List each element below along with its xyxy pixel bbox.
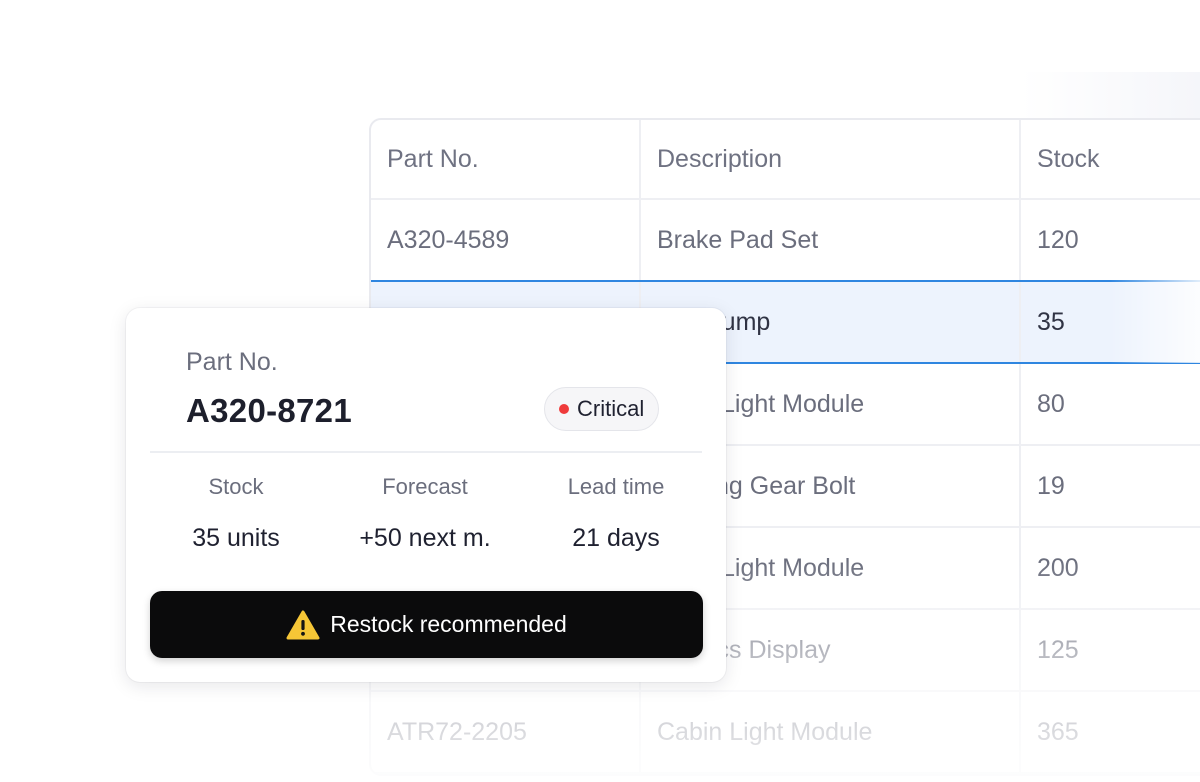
cell-stock: 35: [1037, 307, 1065, 336]
stat-stock-value: 35 units: [192, 524, 280, 552]
cell-stock: 19: [1037, 471, 1065, 500]
background-panel: [1020, 72, 1200, 118]
stat-forecast-value: +50 next m.: [359, 524, 491, 552]
warning-triangle-icon: [286, 610, 320, 639]
status-badge-label: Critical: [577, 396, 645, 421]
column-header-part-no[interactable]: Part No.: [371, 120, 641, 198]
stat-lead-time-value: 21 days: [572, 524, 660, 552]
stat-lead-time-label: Lead time: [567, 474, 665, 499]
cell-stock: 365: [1037, 717, 1079, 746]
part-no-label: Part No.: [186, 348, 278, 376]
cell-description: Brake Pad Set: [641, 200, 1021, 280]
table-row[interactable]: A320-4589 Brake Pad Set 120: [371, 200, 1200, 282]
column-header-description[interactable]: Description: [641, 120, 1021, 198]
cell-part-no: A320-4589: [371, 200, 641, 280]
cell-stock: 120: [1037, 225, 1079, 254]
stat-stock-label: Stock: [208, 474, 264, 499]
table-header-row: Part No. Description Stock: [371, 120, 1200, 200]
status-badge: Critical: [544, 387, 660, 431]
cell-part-no: ATR72-2205: [371, 692, 641, 772]
cell-stock: 125: [1037, 635, 1079, 664]
stat-lead-time: Lead time 21 days: [546, 474, 686, 553]
cell-stock: 80: [1037, 389, 1065, 418]
status-dot-icon: [559, 404, 569, 414]
stat-forecast-label: Forecast: [382, 474, 468, 499]
stat-forecast: Forecast +50 next m.: [330, 474, 520, 553]
restock-button[interactable]: Restock recommended: [150, 591, 703, 658]
part-number: A320-8721: [186, 392, 352, 429]
stat-stock: Stock 35 units: [176, 474, 296, 553]
cell-stock: 200: [1037, 553, 1079, 582]
table-row[interactable]: ATR72-2205 Cabin Light Module 365: [371, 692, 1200, 774]
card-divider: [150, 451, 702, 453]
restock-button-label: Restock recommended: [330, 611, 567, 637]
column-header-stock[interactable]: Stock: [1021, 120, 1200, 198]
part-detail-card: Part No. A320-8721 Critical Stock 35 uni…: [126, 308, 726, 682]
cell-description: Cabin Light Module: [641, 692, 1021, 772]
